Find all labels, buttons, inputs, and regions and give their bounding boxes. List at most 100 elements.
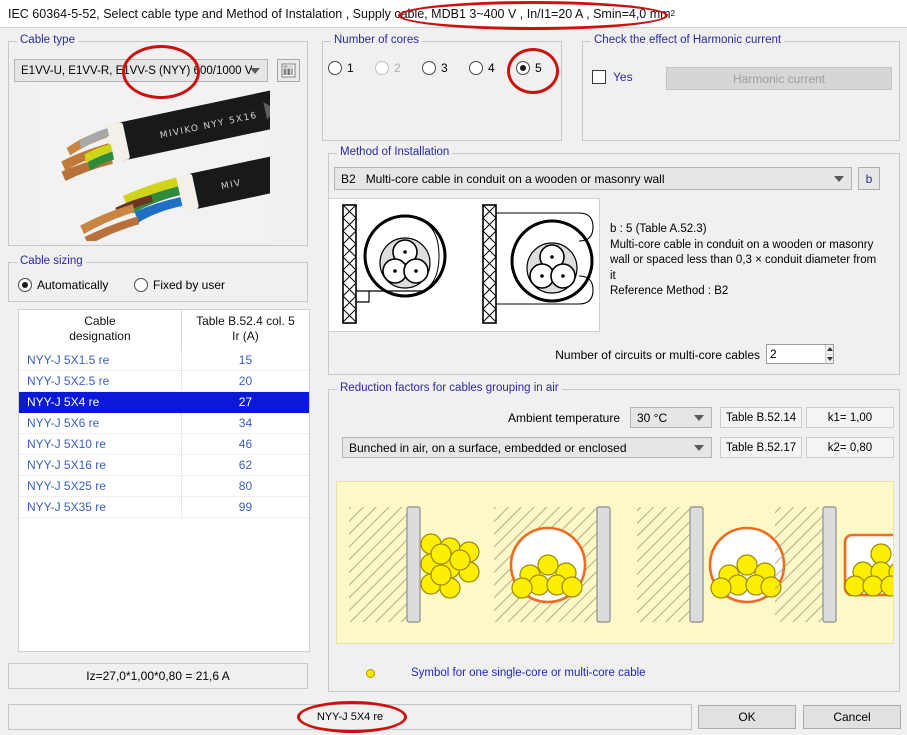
table-row[interactable]: NYY-J 5X10 re 46	[19, 433, 309, 455]
cell-ir: 34	[181, 412, 309, 434]
cores-radio-label: 2	[394, 61, 401, 75]
chevron-down-icon	[250, 67, 260, 74]
stepper-buttons[interactable]	[825, 345, 833, 363]
radio-indicator	[375, 61, 389, 75]
method-reference-button[interactable]: b	[858, 167, 880, 190]
method-of-installation-group-label: Method of Installation	[337, 146, 453, 158]
table-row[interactable]: NYY-J 5X35 re 99	[19, 496, 309, 518]
cable-photo-illustration: MIVIKO NYY 5X16 MIV	[38, 85, 270, 241]
window-title-bar: IEC 60364-5-52, Select cable type and Me…	[0, 0, 907, 28]
caret-down-icon	[826, 356, 833, 361]
method-description-line-5: Reference Method : B2	[610, 285, 729, 298]
cores-radio-3[interactable]: 3	[422, 61, 448, 75]
table-row[interactable]: NYY-J 5X16 re 62	[19, 454, 309, 476]
number-of-circuits-input[interactable]	[767, 345, 825, 363]
cell-ir: 99	[181, 496, 309, 518]
cores-radio-label: 5	[535, 61, 542, 75]
stepper-down-button[interactable]	[826, 354, 833, 363]
method-of-installation-select[interactable]: B2 Multi-core cable in conduit on a wood…	[334, 167, 852, 190]
page-title-superscript: 2	[670, 9, 676, 18]
method-code: B2	[341, 171, 356, 186]
cores-radio-4[interactable]: 4	[469, 61, 495, 75]
number-of-cores-group: Number of cores	[322, 34, 562, 141]
harmonic-yes-label: Yes	[613, 70, 633, 84]
cable-sizing-table-panel: Cable designation Table B.52.4 col. 5 Ir…	[18, 309, 310, 652]
ok-button[interactable]: OK	[698, 705, 796, 729]
cores-radio-5[interactable]: 5	[516, 61, 542, 75]
cell-designation: NYY-J 5X6 re	[19, 412, 182, 434]
cable-sizing-group-label: Cable sizing	[17, 255, 86, 267]
checkbox-indicator	[592, 70, 606, 84]
grouping-illustrations	[337, 482, 907, 643]
k1-value: k1= 1,00	[827, 411, 873, 424]
sizing-mode-fixed-label: Fixed by user	[153, 278, 226, 292]
cable-photo: MIVIKO NYY 5X16 MIV	[38, 85, 270, 241]
radio-indicator	[134, 278, 148, 292]
table-b5214-label: Table B.52.14	[725, 411, 797, 424]
cancel-button-label: Cancel	[833, 710, 871, 724]
cable-type-table-button[interactable]	[277, 59, 300, 82]
cable-sizing-table[interactable]: Cable designation Table B.52.4 col. 5 Ir…	[19, 310, 309, 518]
k2-value: k2= 0,80	[827, 441, 873, 454]
ok-button-label: OK	[738, 710, 756, 724]
table-row[interactable]: NYY-J 5X25 re 80	[19, 475, 309, 497]
k2-box: k2= 0,80	[806, 437, 894, 458]
method-description: b : 5 (Table A.52.3) Multi-core cable in…	[610, 222, 898, 300]
cores-radio-label: 1	[347, 61, 354, 75]
table-row[interactable]: NYY-J 5X4 re 27	[19, 391, 309, 413]
harmonic-current-group-label: Check the effect of Harmonic current	[591, 34, 785, 46]
cell-ir: 27	[181, 391, 309, 413]
cell-designation: NYY-J 5X10 re	[19, 433, 182, 455]
table-b5217-label: Table B.52.17	[725, 441, 797, 454]
method-description-line-2: Multi-core cable in conduit on a wooden …	[610, 238, 874, 251]
stepper-up-button[interactable]	[826, 345, 833, 355]
table-row[interactable]: NYY-J 5X6 re 34	[19, 412, 309, 434]
cancel-button[interactable]: Cancel	[803, 705, 901, 729]
cell-designation: NYY-J 5X4 re	[19, 391, 182, 413]
grouping-method-select[interactable]: Bunched in air, on a surface, embedded o…	[342, 437, 712, 458]
installation-diagram-panel	[328, 198, 600, 332]
harmonic-current-button-label: Harmonic current	[732, 71, 826, 86]
harmonic-current-group: Check the effect of Harmonic current	[582, 34, 900, 141]
table-header-row: Cable designation Table B.52.4 col. 5 Ir…	[19, 310, 309, 350]
cable-type-select[interactable]: E1VV-U, E1VV-R, E1VV-S (NYY) 600/1000 V	[14, 59, 268, 82]
cell-designation: NYY-J 5X25 re	[19, 475, 182, 497]
symbol-legend: Symbol for one single-core or multi-core…	[366, 667, 646, 679]
cable-type-selected-value: E1VV-U, E1VV-R, E1VV-S (NYY) 600/1000 V	[21, 64, 253, 77]
number-of-circuits-label: Number of circuits or multi-core cables	[555, 348, 760, 362]
sizing-mode-automatically-label: Automatically	[37, 278, 109, 292]
method-description-line-4: it	[610, 269, 616, 282]
grouping-illustration-panel	[336, 481, 907, 644]
grouping-method-value: Bunched in air, on a surface, embedded o…	[349, 440, 627, 455]
table-row[interactable]: NYY-J 5X2.5 re 20	[19, 370, 309, 392]
cell-ir: 15	[181, 350, 309, 371]
sizing-mode-fixed-by-user[interactable]: Fixed by user	[134, 278, 225, 292]
method-selected-value: Multi-core cable in conduit on a wooden …	[365, 171, 665, 186]
table-row[interactable]: NYY-J 5X1.5 re 15	[19, 350, 309, 371]
column-header-designation: Cable designation	[19, 310, 182, 350]
sizing-mode-automatically[interactable]: Automatically	[18, 278, 108, 292]
cores-radio-2: 2	[375, 61, 401, 75]
number-of-cores-group-label: Number of cores	[331, 34, 423, 46]
harmonic-current-button[interactable]: Harmonic current	[666, 67, 892, 90]
caret-up-icon	[826, 347, 833, 352]
selected-cable-value: NYY-J 5X4 re	[316, 711, 384, 723]
cell-ir: 20	[181, 370, 309, 392]
harmonic-yes-checkbox[interactable]: Yes	[592, 70, 633, 84]
cores-radio-1[interactable]: 1	[328, 61, 354, 75]
number-of-circuits-stepper[interactable]	[766, 344, 834, 364]
symbol-legend-label: Symbol for one single-core or multi-core…	[411, 667, 646, 679]
column-header-ir: Table B.52.4 col. 5 Ir (A)	[196, 314, 295, 343]
radio-indicator	[328, 61, 342, 75]
cell-designation: NYY-J 5X35 re	[19, 496, 182, 518]
radio-indicator	[469, 61, 483, 75]
table-b5214-box[interactable]: Table B.52.14	[720, 407, 802, 428]
iz-result-box: Iz=27,0*1,00*0,80 = 21,6 A	[8, 663, 308, 689]
ambient-temperature-select[interactable]: 30 °C	[630, 407, 712, 428]
table-b5217-box[interactable]: Table B.52.17	[720, 437, 802, 458]
illustration-conduit-1	[494, 506, 611, 623]
selected-cable-status-field: NYY-J 5X4 re	[8, 704, 692, 730]
radio-indicator	[422, 61, 436, 75]
reduction-factors-group-label: Reduction factors for cables grouping in…	[337, 382, 562, 394]
chevron-down-icon	[694, 414, 704, 421]
